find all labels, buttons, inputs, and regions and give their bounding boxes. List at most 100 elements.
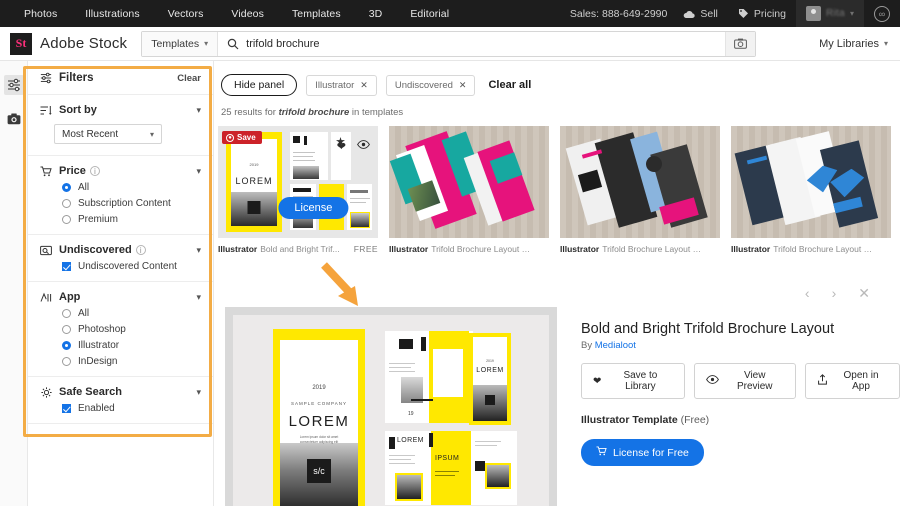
result-thumbnail[interactable] xyxy=(731,126,891,238)
undiscovered-option-label: Undiscovered Content xyxy=(78,261,177,272)
creative-cloud-button[interactable]: ∞ xyxy=(864,5,900,22)
license-button[interactable]: License xyxy=(278,196,349,219)
result-thumbnail[interactable] xyxy=(389,126,549,238)
close-icon[interactable]: ✕ xyxy=(459,80,467,91)
result-card[interactable]: Illustrator Trifold Brochure Layout with… xyxy=(389,126,549,254)
by-prefix: By xyxy=(581,340,595,351)
checkbox[interactable] xyxy=(62,262,71,271)
user-menu[interactable]: Rita ▾ xyxy=(796,0,864,506)
chip-label: Illustrator xyxy=(315,79,355,91)
hide-panel-button[interactable]: Hide panel xyxy=(221,74,298,96)
result-thumbnail[interactable]: 2019 LOREM ● Save ❤ License xyxy=(218,126,378,238)
brand-logo[interactable]: St Adobe Stock xyxy=(10,32,127,55)
app-option-all[interactable]: All xyxy=(62,308,201,319)
app-option-label: Illustrator xyxy=(78,340,120,351)
creative-cloud-icon: ∞ xyxy=(874,5,890,22)
clear-filters-button[interactable]: Clear xyxy=(177,73,201,84)
rail-filters-button[interactable] xyxy=(3,75,24,95)
price-option-premium[interactable]: Premium xyxy=(62,214,201,225)
filter-chip-illustrator[interactable]: Illustrator ✕ xyxy=(306,74,377,96)
price-header[interactable]: Price i ▾ xyxy=(40,165,201,177)
sort-by-select[interactable]: Most Recent ▾ xyxy=(54,124,162,144)
thumbnail-quick-actions: ❤ xyxy=(337,140,370,153)
chevron-down-icon: ▾ xyxy=(196,291,201,302)
result-caption: Illustrator Trifold Brochure Layout with… xyxy=(389,244,549,254)
price-option-label: Premium xyxy=(78,214,119,225)
eye-icon[interactable] xyxy=(357,140,370,153)
radio-button[interactable] xyxy=(62,357,71,366)
nav-item-photos[interactable]: Photos xyxy=(10,8,71,20)
safe-search-option-label: Enabled xyxy=(78,403,115,414)
license-for-free-button[interactable]: License for Free xyxy=(581,439,704,466)
radio-button[interactable] xyxy=(62,183,71,192)
gear-icon xyxy=(40,386,52,398)
radio-button[interactable] xyxy=(62,215,71,224)
safe-search-header[interactable]: Safe Search ▾ xyxy=(40,386,201,398)
radio-button[interactable] xyxy=(62,341,71,350)
result-thumbnail[interactable] xyxy=(560,126,720,238)
price-option-subscription[interactable]: Subscription Content xyxy=(62,198,201,209)
chevron-down-icon: ▾ xyxy=(204,39,209,48)
info-icon[interactable]: i xyxy=(135,245,146,255)
nav-item-vectors[interactable]: Vectors xyxy=(154,8,218,20)
nav-item-3d[interactable]: 3D xyxy=(355,8,397,20)
search-category-select[interactable]: Templates ▾ xyxy=(142,31,219,56)
filters-sidebar: Filters Clear Sort by ▾ Most Recent ▾ Pr… xyxy=(28,61,214,506)
view-preview-button[interactable]: View Preview xyxy=(694,363,797,399)
save-to-library-label: Save to Library xyxy=(623,370,658,392)
close-detail-button[interactable]: ✕ xyxy=(858,285,870,302)
app-option-indesign[interactable]: InDesign xyxy=(62,356,201,367)
author-link[interactable]: Medialoot xyxy=(595,340,636,351)
nav-item-videos[interactable]: Videos xyxy=(217,8,278,20)
sell-link[interactable]: Sell xyxy=(673,8,728,20)
result-price: FREE xyxy=(353,244,378,254)
app-label: App xyxy=(59,291,81,303)
app-option-photoshop[interactable]: Photoshop xyxy=(62,324,201,335)
sliders-icon xyxy=(40,72,52,84)
left-icon-rail xyxy=(0,61,28,506)
prev-result-button[interactable]: ‹ xyxy=(805,285,810,302)
app-header[interactable]: App ▾ xyxy=(40,291,201,303)
radio-button[interactable] xyxy=(62,309,71,318)
my-libraries-menu[interactable]: My Libraries ▾ xyxy=(807,38,900,50)
nav-item-editorial[interactable]: Editorial xyxy=(396,8,463,20)
sales-phone: Sales: 888-649-2990 xyxy=(569,7,668,20)
sort-by-header[interactable]: Sort by ▾ xyxy=(40,104,201,116)
chevron-down-icon: ▾ xyxy=(196,165,201,176)
radio-button[interactable] xyxy=(62,199,71,208)
result-card[interactable]: 2019 LOREM ● Save ❤ License Illustrator … xyxy=(218,126,378,254)
visual-search-button[interactable] xyxy=(725,31,756,56)
pricing-label: Pricing xyxy=(753,7,786,20)
result-card[interactable]: Illustrator Trifold Brochure Layout with… xyxy=(731,126,891,254)
rail-visual-search-button[interactable] xyxy=(4,109,24,129)
safe-search-option-enabled[interactable]: Enabled xyxy=(62,403,201,414)
save-badge[interactable]: ● Save xyxy=(222,131,262,144)
clear-all-button[interactable]: Clear all xyxy=(488,79,531,91)
filters-header: Filters Clear xyxy=(28,61,213,94)
info-icon[interactable]: i xyxy=(89,166,100,176)
undiscovered-header[interactable]: Undiscovered i ▾ xyxy=(40,244,201,256)
detail-preview-image[interactable]: 2019 SAMPLE COMPANY LOREM Lorem ipsum do… xyxy=(225,307,557,506)
app-option-illustrator[interactable]: Illustrator xyxy=(62,340,201,351)
result-card[interactable]: Illustrator Trifold Brochure Layout with… xyxy=(560,126,720,254)
filter-chip-undiscovered[interactable]: Undiscovered ✕ xyxy=(385,74,476,96)
close-icon[interactable]: ✕ xyxy=(360,80,368,91)
app-option-label: Photoshop xyxy=(78,324,126,335)
price-option-all[interactable]: All xyxy=(62,182,201,193)
chevron-down-icon: ▾ xyxy=(196,244,201,255)
search-input[interactable]: trifold brochure xyxy=(246,38,725,50)
nav-item-illustrations[interactable]: Illustrations xyxy=(71,8,153,20)
checkbox[interactable] xyxy=(62,404,71,413)
radio-button[interactable] xyxy=(62,325,71,334)
pricing-link[interactable]: Pricing xyxy=(728,8,796,20)
preview-headline: LOREM xyxy=(288,413,350,430)
undiscovered-option-content[interactable]: Undiscovered Content xyxy=(62,261,201,272)
nav-item-templates[interactable]: Templates xyxy=(278,8,355,20)
heart-icon[interactable]: ❤ xyxy=(337,140,346,153)
my-libraries-label: My Libraries xyxy=(819,37,879,50)
open-in-app-button[interactable]: Open in App xyxy=(805,363,900,399)
save-to-library-button[interactable]: ❤ Save to Library xyxy=(581,363,686,399)
result-app: Illustrator xyxy=(389,244,429,254)
next-result-button[interactable]: › xyxy=(832,285,837,302)
result-title: Bold and Bright Trif... xyxy=(260,244,340,254)
